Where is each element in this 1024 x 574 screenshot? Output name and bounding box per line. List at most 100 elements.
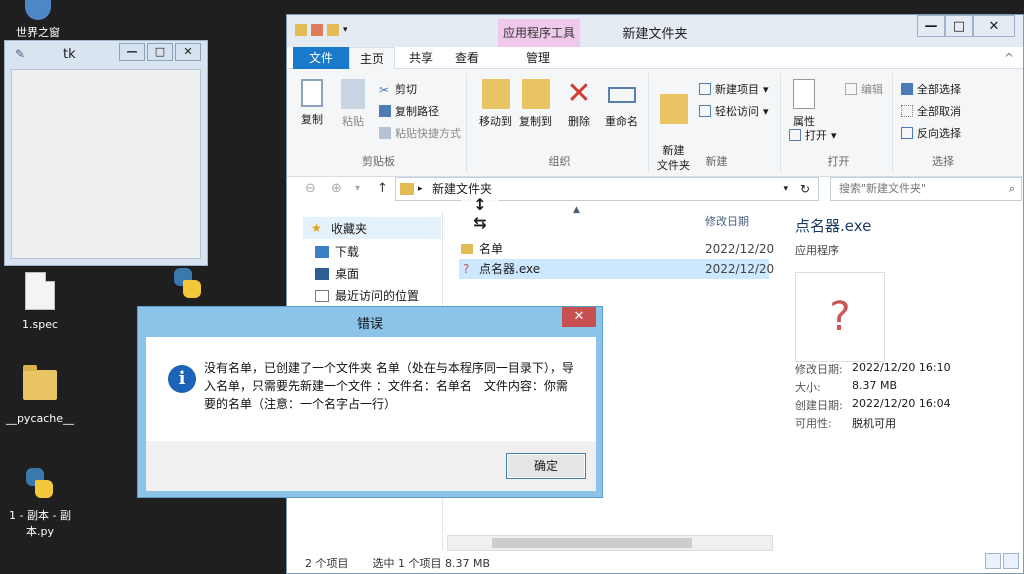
delete-button[interactable]: ✕ 删除: [565, 79, 593, 129]
rename-button[interactable]: 重命名: [605, 79, 638, 129]
info-icon: i: [168, 365, 196, 393]
address-dropdown-icon[interactable]: ▾: [783, 178, 788, 200]
nav-recent[interactable]: 最近访问的位置: [315, 287, 419, 304]
close-button[interactable]: ✕: [175, 43, 201, 61]
folder-icon: [23, 365, 57, 400]
dialog-close-button[interactable]: ✕: [562, 307, 596, 327]
tk-client-area: [11, 69, 201, 259]
column-date-header[interactable]: 修改日期: [705, 213, 749, 229]
ribbon-tabs: 文件 主页 共享 查看 管理 ^: [287, 47, 1023, 69]
list-item[interactable]: 名单 2022/12/20: [459, 239, 774, 259]
breadcrumb[interactable]: 新建文件夹: [432, 182, 492, 196]
horizontal-scrollbar[interactable]: [447, 535, 773, 551]
explorer-titlebar[interactable]: ▾ 应用程序工具 新建文件夹 — □ ✕: [287, 15, 1023, 47]
file-icon: [25, 272, 55, 310]
status-bar: 2 个项目 选中 1 个项目 8.37 MB: [305, 555, 490, 571]
details-title: 点名器.exe: [795, 217, 872, 235]
delete-x-icon: ✕: [566, 76, 592, 111]
scrollbar-thumb[interactable]: [492, 538, 692, 548]
feather-icon: ✎: [15, 47, 26, 61]
shortcut-icon: [379, 127, 391, 139]
copy-button[interactable]: 复制: [301, 79, 323, 127]
edit-button[interactable]: 编辑: [845, 81, 883, 97]
maximize-button[interactable]: □: [147, 43, 173, 61]
folder-icon: [461, 244, 473, 254]
dialog-body: i 没有名单，已创建了一个文件夹 名单（处在与本程序同一目录下），导入名单，只需…: [146, 337, 596, 441]
new-item-icon: [699, 83, 711, 95]
large-icons-view-icon[interactable]: [1003, 553, 1019, 569]
tk-titlebar[interactable]: ✎ tk — □ ✕: [5, 41, 207, 67]
nav-desktop[interactable]: 桌面: [315, 265, 359, 282]
dialog-message: 没有名单，已创建了一个文件夹 名单（处在与本程序同一目录下），导入名单，只需要先…: [204, 361, 574, 411]
python-file-icon: [170, 266, 206, 302]
new-item-button[interactable]: 新建项目 ▾: [699, 81, 769, 97]
tab-file[interactable]: 文件: [293, 47, 349, 69]
copy-to-button[interactable]: 复制到: [519, 79, 552, 129]
select-all-button[interactable]: 全部选择: [901, 81, 961, 97]
dialog-title: 错误: [356, 317, 383, 332]
select-none-icon: [901, 105, 913, 117]
help-chevron-icon[interactable]: ^: [1001, 47, 1017, 69]
minimize-button[interactable]: —: [917, 15, 945, 37]
open-button[interactable]: 打开 ▾: [789, 127, 837, 143]
desktop-icon-pycache[interactable]: __pycache__: [0, 365, 80, 425]
breadcrumb-chevron-icon[interactable]: ▸: [418, 178, 423, 200]
ok-button[interactable]: 确定: [506, 453, 586, 479]
download-icon: [315, 245, 329, 258]
move-folder-icon: [481, 79, 510, 109]
new-folder-icon: [659, 94, 688, 124]
details-pane: 点名器.exe 应用程序 ? 修改日期: 2022/12/20 16:10 大小:…: [795, 215, 1015, 430]
move-cursor-icon: ↕ ⇆: [454, 196, 506, 236]
back-icon[interactable]: ⊖: [305, 181, 316, 196]
minimize-button[interactable]: —: [119, 43, 145, 61]
forward-icon[interactable]: ⊕: [331, 181, 342, 196]
group-new: 新建 文件夹 新建项目 ▾ 轻松访问 ▾ 新建: [653, 73, 781, 173]
group-label: 剪贴板: [362, 155, 395, 168]
python-file-icon: [22, 466, 58, 502]
cut-button[interactable]: ✂ 剪切: [379, 81, 417, 97]
question-mark-icon: ?: [795, 272, 885, 362]
status-count: 2 个项目: [305, 557, 349, 570]
error-dialog[interactable]: 错误 ✕ i 没有名单，已创建了一个文件夹 名单（处在与本程序同一目录下），导入…: [137, 306, 603, 498]
desktop-icon-browser[interactable]: 世界之窗: [0, 0, 76, 40]
details-view-icon[interactable]: [985, 553, 1001, 569]
tk-window[interactable]: ✎ tk — □ ✕: [4, 40, 208, 266]
up-arrow-icon[interactable]: ↑: [377, 181, 388, 196]
open-icon: [789, 129, 801, 141]
group-organize: 移动到 复制到 ✕ 删除 重命名 组织: [471, 73, 649, 173]
tab-home[interactable]: 主页: [349, 47, 395, 69]
refresh-icon[interactable]: ↻: [800, 178, 810, 200]
paste-shortcut-button[interactable]: 粘贴快捷方式: [379, 125, 461, 141]
recent-dropdown-icon[interactable]: ▾: [355, 183, 360, 194]
easy-access-button[interactable]: 轻松访问 ▾: [699, 103, 769, 119]
group-open: 属性 编辑 打开 ▾ 打开: [785, 73, 893, 173]
group-label: 打开: [827, 155, 850, 168]
properties-button[interactable]: 属性: [793, 79, 815, 129]
close-button[interactable]: ✕: [973, 15, 1015, 37]
maximize-button[interactable]: □: [945, 15, 973, 37]
list-item[interactable]: ? 点名器.exe 2022/12/20: [459, 259, 774, 279]
copy-path-button[interactable]: 复制路径: [379, 103, 439, 119]
desktop-icon-label: __pycache__: [5, 412, 75, 425]
address-row: ⊖ ⊕ ▾ ↑ ▸ 新建文件夹 ▾ ↻ 搜索"新建文件夹" ⌕: [287, 175, 1023, 203]
tab-manage[interactable]: 管理: [514, 47, 562, 69]
easy-access-icon: [699, 105, 711, 117]
desktop-icon-label: 1.spec: [21, 318, 59, 331]
address-bar[interactable]: ▸ 新建文件夹 ▾ ↻: [395, 177, 819, 201]
group-label: 新建: [705, 155, 728, 168]
globe-icon: [25, 0, 51, 20]
desktop-icon-py-copy[interactable]: 1 - 副本 - 副本.py: [0, 466, 80, 540]
tab-view[interactable]: 查看: [447, 47, 487, 69]
invert-selection-button[interactable]: 反向选择: [901, 125, 961, 141]
tab-share[interactable]: 共享: [401, 47, 441, 69]
select-none-button[interactable]: 全部取消: [901, 103, 961, 119]
nav-downloads[interactable]: 下载: [315, 243, 359, 260]
search-icon[interactable]: ⌕: [1009, 178, 1015, 200]
nav-favorites[interactable]: ★ 收藏夹: [303, 217, 441, 239]
desktop-icon-spec[interactable]: 1.spec: [0, 272, 80, 331]
search-placeholder: 搜索"新建文件夹": [839, 182, 927, 195]
desktop-icon-python-top[interactable]: [148, 266, 228, 302]
search-input[interactable]: 搜索"新建文件夹" ⌕: [830, 177, 1022, 201]
paste-button[interactable]: 粘贴: [341, 79, 365, 129]
move-to-button[interactable]: 移动到: [479, 79, 512, 129]
